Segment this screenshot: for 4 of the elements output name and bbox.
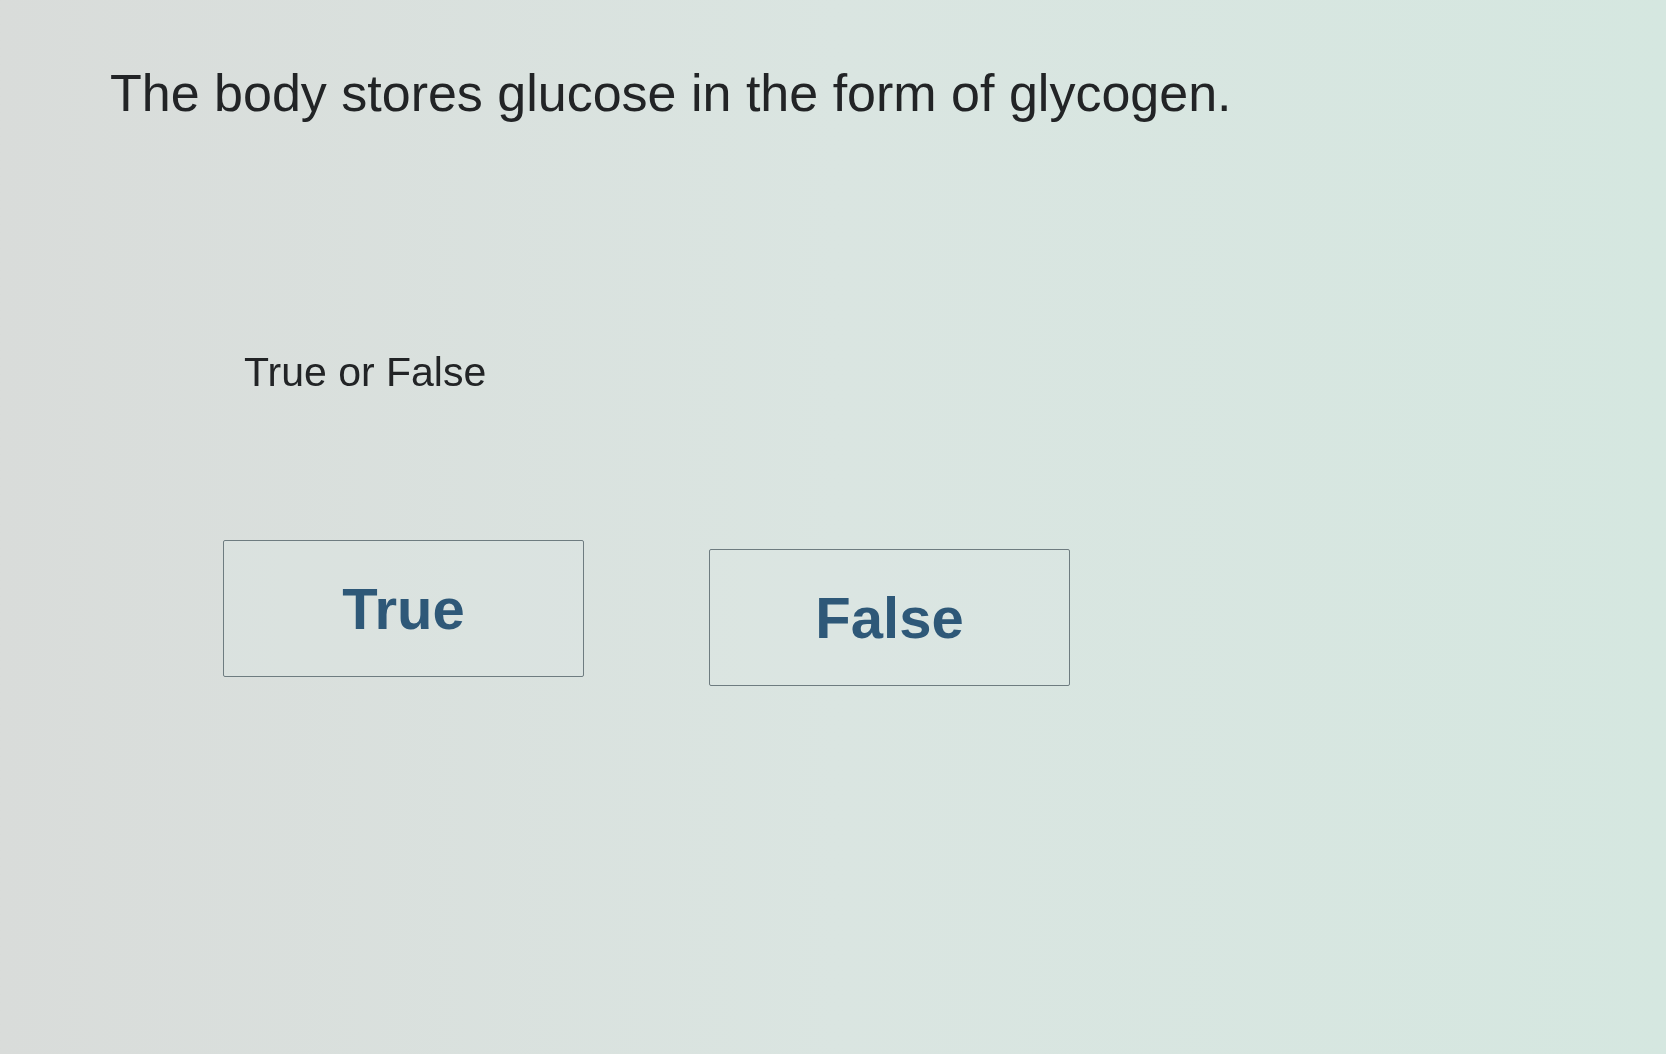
prompt-text: True or False	[244, 348, 487, 398]
answer-option-button[interactable]: False	[709, 548, 1070, 686]
question-text: The body stores glucose in the form of glycogen.	[110, 63, 1232, 124]
answer-option-button[interactable]: True	[223, 539, 584, 677]
